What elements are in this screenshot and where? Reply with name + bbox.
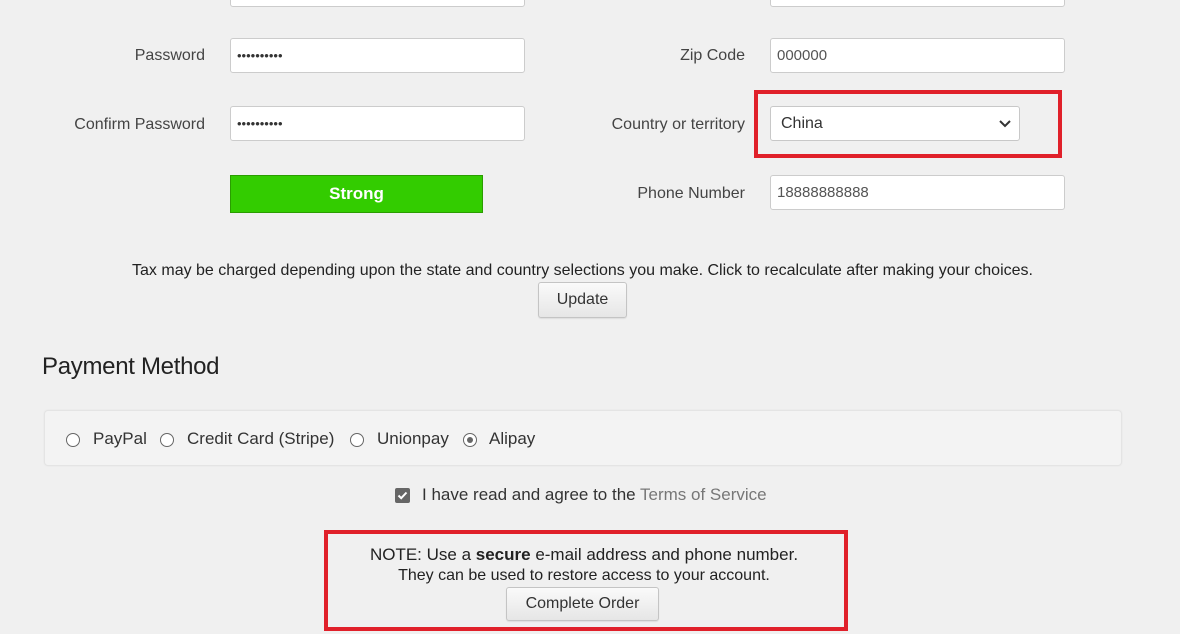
credit-card-radio[interactable] [160, 433, 174, 447]
note-highlight-box [324, 530, 848, 631]
top-right-input[interactable] [770, 0, 1065, 7]
alipay-label[interactable]: Alipay [489, 429, 535, 449]
phone-number-label: Phone Number [637, 185, 745, 202]
paypal-radio[interactable] [66, 433, 80, 447]
zip-code-field[interactable]: 000000 [770, 38, 1065, 73]
tax-notice: Tax may be charged depending upon the st… [132, 262, 1033, 279]
phone-number-field[interactable]: 18888888888 [770, 175, 1065, 210]
country-highlight-box [754, 90, 1062, 158]
terms-prefix: I have read and agree to the [422, 485, 641, 504]
payment-options-panel: PayPal Credit Card (Stripe) Unionpay Ali… [44, 410, 1122, 466]
paypal-label[interactable]: PayPal [93, 429, 147, 449]
payment-method-title: Payment Method [42, 353, 220, 380]
confirm-password-field[interactable]: •••••••••• [230, 106, 525, 141]
confirm-password-label: Confirm Password [74, 116, 205, 133]
top-left-input[interactable] [230, 0, 525, 7]
password-strength-indicator: Strong [230, 175, 483, 213]
terms-text: I have read and agree to the Terms of Se… [422, 485, 767, 505]
password-field[interactable]: •••••••••• [230, 38, 525, 73]
unionpay-label[interactable]: Unionpay [377, 429, 449, 449]
country-label: Country or territory [611, 116, 745, 133]
zip-code-label: Zip Code [680, 47, 745, 64]
checkmark-icon [397, 491, 408, 500]
terms-of-service-link[interactable]: Terms of Service [640, 485, 767, 504]
alipay-radio[interactable] [463, 433, 477, 447]
credit-card-label[interactable]: Credit Card (Stripe) [187, 429, 334, 449]
checkout-page: Password •••••••••• Zip Code 000000 Conf… [0, 0, 1180, 634]
password-label: Password [134, 47, 205, 64]
update-button[interactable]: Update [538, 282, 627, 318]
unionpay-radio[interactable] [350, 433, 364, 447]
terms-checkbox[interactable] [395, 488, 410, 503]
